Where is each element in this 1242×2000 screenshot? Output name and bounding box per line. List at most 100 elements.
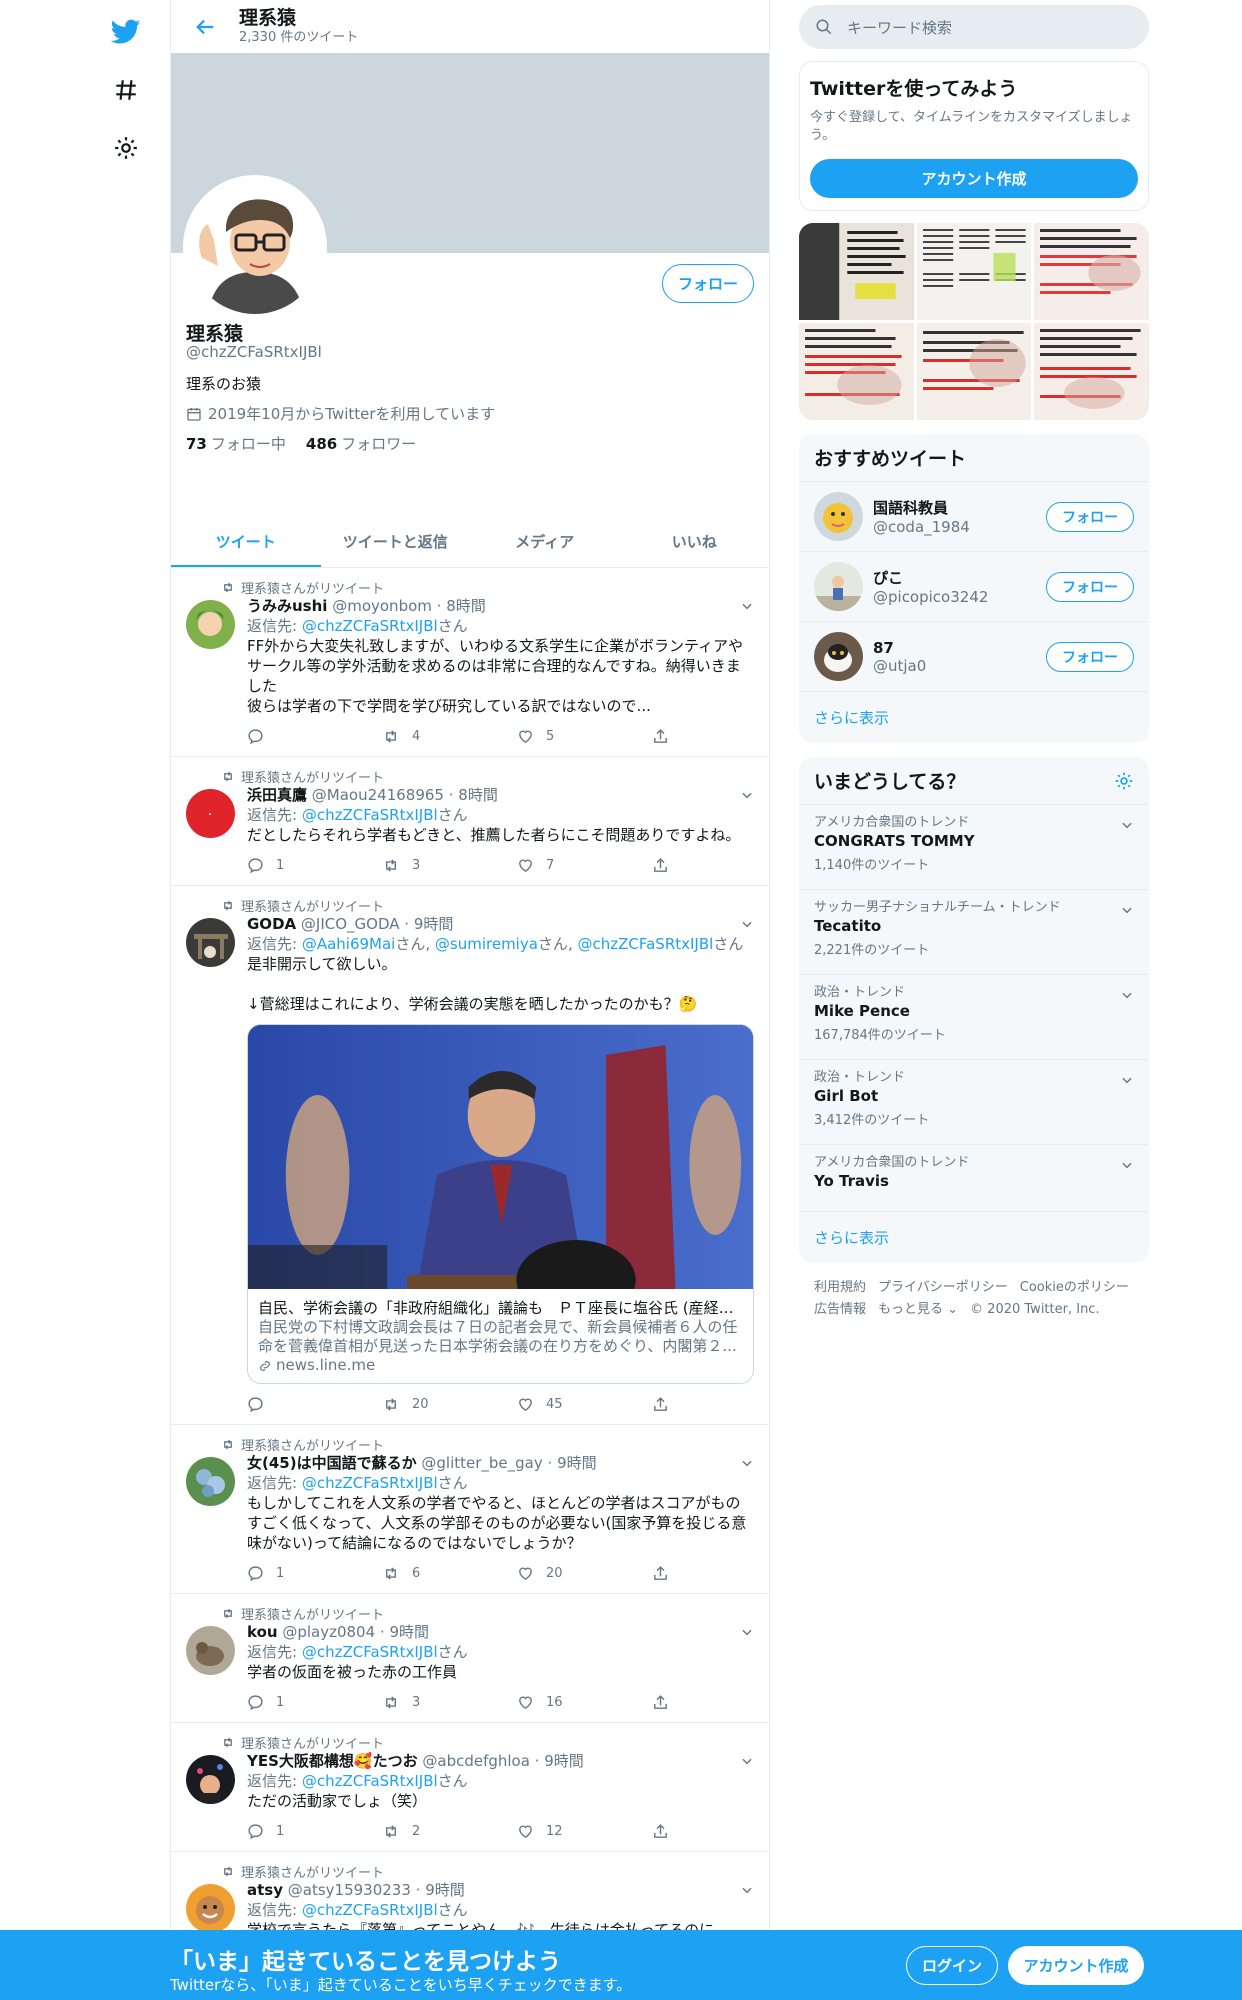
footer-link[interactable]: もっと見る ⌄ — [878, 1299, 958, 1321]
reply-to-link[interactable]: @chzZCFaSRtxIJBl — [302, 806, 438, 824]
settings-gear-icon[interactable] — [100, 122, 152, 174]
media-thumbnail[interactable] — [1034, 323, 1149, 420]
like-button[interactable]: 20 — [517, 1565, 652, 1582]
tweet[interactable]: 理系猿さんがリツイート GODA @JICO_GODA · 9時間 返信先: @… — [171, 886, 769, 1425]
suggested-follow-button[interactable]: フォロー — [1046, 571, 1134, 602]
trends-settings-gear-icon[interactable] — [1114, 771, 1134, 791]
chevron-down-icon[interactable] — [740, 1883, 754, 1897]
chevron-down-icon[interactable] — [740, 1625, 754, 1639]
back-arrow-icon[interactable] — [187, 9, 223, 45]
trend-item[interactable]: 政治・トレンド Girl Bot 3,412件のツイート — [799, 1060, 1149, 1145]
retweet-button[interactable]: 20 — [382, 1396, 517, 1413]
retweet-button[interactable]: 6 — [382, 1565, 517, 1582]
reply-button[interactable]: 1 — [247, 857, 382, 874]
chevron-down-icon[interactable] — [1120, 1073, 1134, 1087]
tweet-author-name[interactable]: 浜田真鷹 — [247, 786, 307, 804]
trend-item[interactable]: アメリカ合衆国のトレンド Yo Travis — [799, 1145, 1149, 1212]
reply-to-link[interactable]: @chzZCFaSRtxIJBl — [302, 1474, 438, 1492]
footer-link[interactable]: プライバシーポリシー — [878, 1277, 1008, 1299]
trend-item[interactable]: サッカー男子ナショナルチーム・トレンド Tecatito 2,221件のツイート — [799, 890, 1149, 975]
retweet-button[interactable]: 3 — [382, 857, 517, 874]
reply-to-link[interactable]: @chzZCFaSRtxIJBl — [302, 1643, 438, 1661]
tweet-author-avatar[interactable] — [186, 1626, 235, 1675]
tweet-author-name[interactable]: 女(45)は中国語で蘇るか — [247, 1454, 417, 1472]
chevron-down-icon[interactable] — [1120, 1158, 1134, 1172]
like-button[interactable]: 16 — [517, 1694, 652, 1711]
tweet-author-name[interactable]: YES大阪都構想🥰たつお — [247, 1752, 418, 1770]
who-to-follow-show-more[interactable]: さらに表示 — [799, 692, 1149, 743]
tweet-author-avatar[interactable] — [186, 1755, 235, 1804]
trend-item[interactable]: アメリカ合衆国のトレンド CONGRATS TOMMY 1,140件のツイート — [799, 805, 1149, 890]
footer-link[interactable]: Cookieのポリシー — [1020, 1277, 1129, 1299]
trends-show-more[interactable]: さらに表示 — [799, 1212, 1149, 1263]
tweet-timestamp[interactable]: 8時間 — [458, 786, 498, 804]
tweet-timestamp[interactable]: 9時間 — [425, 1881, 465, 1899]
tweet-author-avatar[interactable] — [186, 600, 235, 649]
chevron-down-icon[interactable] — [740, 1754, 754, 1768]
twitter-logo-icon[interactable] — [100, 6, 152, 58]
like-button[interactable]: 12 — [517, 1823, 652, 1840]
share-button[interactable] — [652, 1396, 669, 1413]
tweet[interactable]: 理系猿さんがリツイート 女(45)は中国語で蘇るか @glitter_be_ga… — [171, 1425, 769, 1594]
footer-link[interactable]: 利用規約 — [814, 1277, 866, 1299]
retweet-button[interactable]: 3 — [382, 1694, 517, 1711]
tweet[interactable]: 理系猿さんがリツイート kou @playz0804 · 9時間 返信先: @c… — [171, 1594, 769, 1723]
share-button[interactable] — [652, 1694, 669, 1711]
chevron-down-icon[interactable] — [1120, 903, 1134, 917]
share-button[interactable] — [652, 1823, 669, 1840]
tweet-author-handle[interactable]: @abcdefghloa — [422, 1752, 530, 1770]
tweet-author-handle[interactable]: @Maou24168965 — [312, 786, 444, 804]
tweet-timestamp[interactable]: 9時間 — [414, 915, 454, 933]
like-button[interactable]: 5 — [517, 728, 652, 745]
tweet-author-name[interactable]: kou — [247, 1623, 278, 1641]
tweet-author-handle[interactable]: @playz0804 — [282, 1623, 375, 1641]
tweet-author-handle[interactable]: @atsy15930233 — [288, 1881, 411, 1899]
tweet[interactable]: 理系猿さんがリツイート うみみushi @moyonbom · 8時間 返信先:… — [171, 568, 769, 757]
reply-to-link[interactable]: @chzZCFaSRtxIJBl — [302, 617, 438, 635]
tweet[interactable]: 理系猿さんがリツイート YES大阪都構想🥰たつお @abcdefghloa · … — [171, 1723, 769, 1852]
search-input[interactable]: キーワード検索 — [799, 5, 1149, 49]
reply-button[interactable]: 1 — [247, 1823, 382, 1840]
media-thumbnail[interactable] — [799, 223, 914, 320]
retweet-button[interactable]: 4 — [382, 728, 517, 745]
retweet-button[interactable]: 2 — [382, 1823, 517, 1840]
suggested-user-avatar[interactable] — [814, 492, 863, 541]
media-thumbnail[interactable] — [916, 223, 1032, 320]
suggested-user[interactable]: ぴこ @picopico3242 フォロー — [799, 552, 1149, 622]
share-button[interactable] — [652, 1565, 669, 1582]
chevron-down-icon[interactable] — [1120, 818, 1134, 832]
reply-to-link[interactable]: @chzZCFaSRtxIJBl — [577, 935, 713, 953]
footer-link[interactable]: © 2020 Twitter, Inc. — [970, 1299, 1100, 1321]
tweet-author-name[interactable]: GODA — [247, 915, 296, 933]
suggested-user[interactable]: 87 @utja0 フォロー — [799, 622, 1149, 692]
follow-button[interactable]: フォロー — [661, 264, 754, 303]
followers-link[interactable]: 486 フォロワー — [306, 433, 416, 454]
reply-to-link[interactable]: @Aahi69Mai — [302, 935, 396, 953]
tweet-author-handle[interactable]: @moyonbom — [332, 597, 432, 615]
tweet-timestamp[interactable]: 8時間 — [446, 597, 486, 615]
suggested-user-avatar[interactable] — [814, 562, 863, 611]
tweet-author-avatar[interactable] — [186, 918, 235, 967]
reply-button[interactable] — [247, 1396, 382, 1413]
trend-item[interactable]: 政治・トレンド Mike Pence 167,784件のツイート — [799, 975, 1149, 1060]
media-thumbnail[interactable] — [916, 323, 1032, 420]
tweet-author-avatar[interactable] — [186, 1884, 235, 1933]
share-button[interactable] — [652, 857, 669, 874]
reply-button[interactable]: 1 — [247, 1565, 382, 1582]
chevron-down-icon[interactable] — [740, 788, 754, 802]
tweet-author-handle[interactable]: @JICO_GODA — [301, 915, 400, 933]
tab-tweets-and-replies[interactable]: ツイートと返信 — [321, 515, 471, 567]
reply-to-link[interactable]: @sumiremiya — [435, 935, 538, 953]
create-account-button[interactable]: アカウント作成 — [810, 159, 1138, 198]
login-button[interactable]: ログイン — [906, 1946, 998, 1985]
tab-media[interactable]: メディア — [470, 515, 620, 567]
suggested-follow-button[interactable]: フォロー — [1046, 641, 1134, 672]
suggested-user-avatar[interactable] — [814, 632, 863, 681]
tweet-timestamp[interactable]: 9時間 — [544, 1752, 584, 1770]
chevron-down-icon[interactable] — [740, 1456, 754, 1470]
like-button[interactable]: 7 — [517, 857, 652, 874]
reply-to-link[interactable]: @chzZCFaSRtxIJBl — [302, 1901, 438, 1919]
like-button[interactable]: 45 — [517, 1396, 652, 1413]
tweet-author-avatar[interactable] — [186, 1457, 235, 1506]
tweet-author-avatar[interactable]: ・ — [186, 789, 235, 838]
